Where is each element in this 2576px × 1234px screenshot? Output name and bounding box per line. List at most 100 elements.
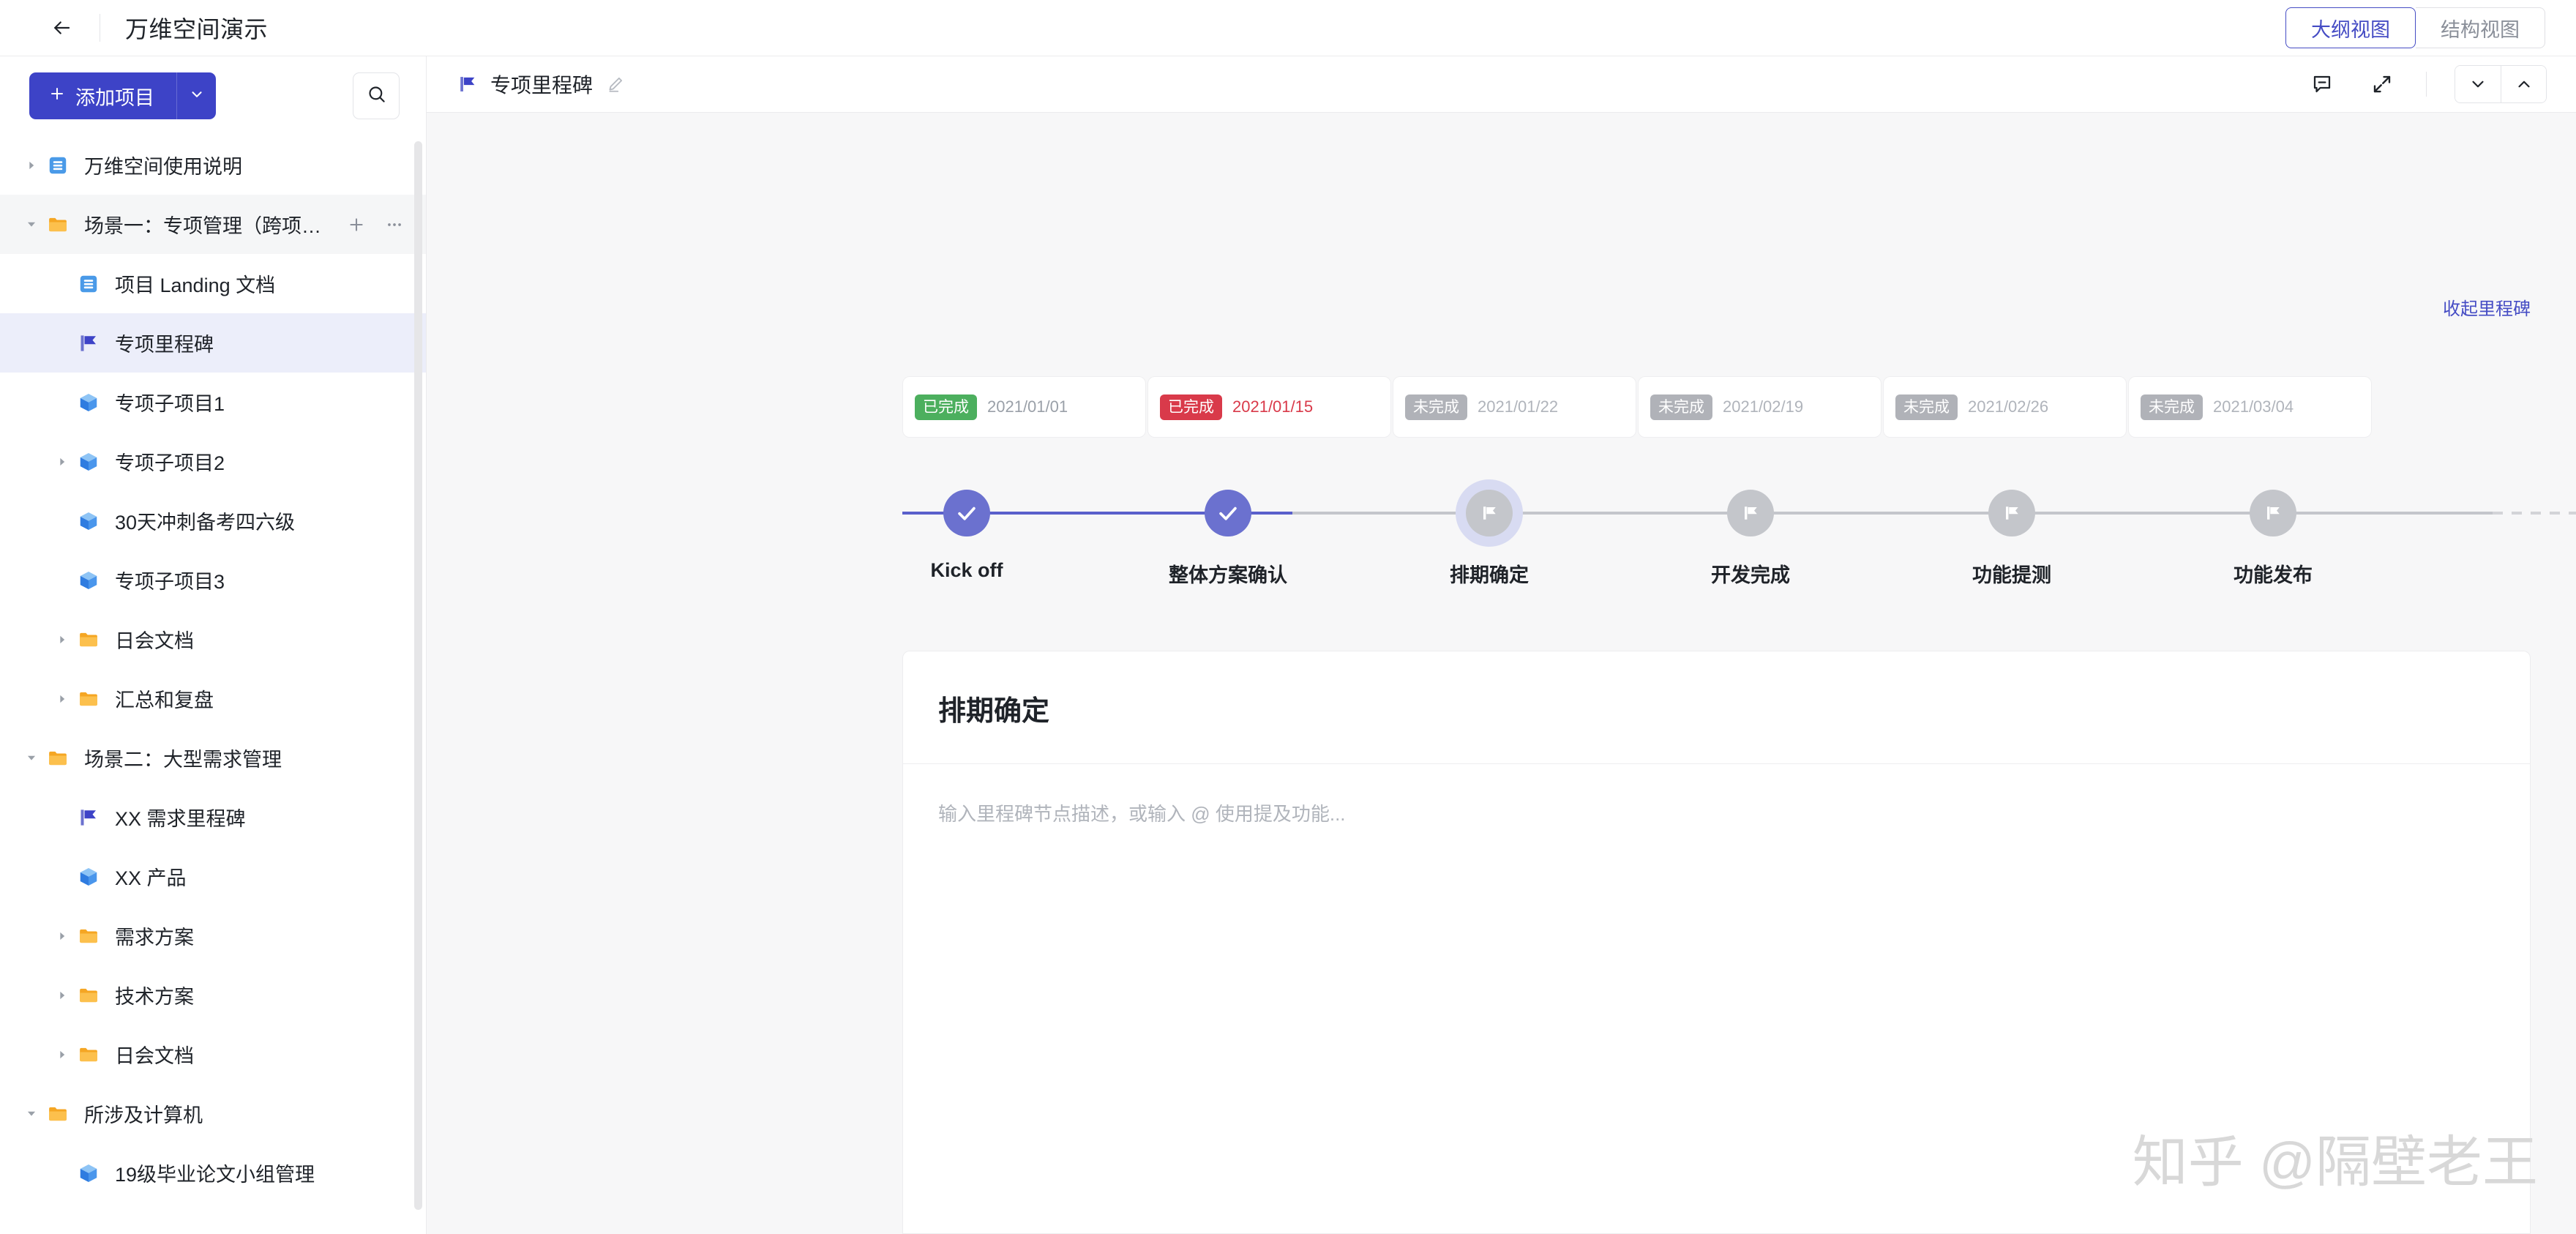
- milestone-status-card[interactable]: 未完成 2021/01/22: [1393, 376, 1636, 438]
- tree-twisty-expanded-icon[interactable]: [19, 1102, 44, 1126]
- milestone-label: 排期确定: [1450, 564, 1529, 586]
- milestone-node[interactable]: [2250, 490, 2296, 536]
- cube-icon: [75, 1159, 102, 1187]
- milestone-label: 整体方案确认: [1169, 564, 1287, 586]
- milestone-label: 功能发布: [2234, 564, 2313, 586]
- flag-icon: [75, 329, 102, 357]
- milestone-node[interactable]: [1988, 490, 2035, 536]
- more-icon[interactable]: [382, 212, 407, 237]
- milestone-status-card[interactable]: 未完成 2021/02/26: [1883, 376, 2127, 438]
- flag-icon: [457, 74, 478, 94]
- milestone-node[interactable]: [1466, 490, 1513, 536]
- detail-description-input[interactable]: 输入里程碑节点描述，或输入 @ 使用提及功能...: [903, 764, 2530, 826]
- milestone-label: 功能提测: [1972, 564, 2051, 586]
- sidebar-item-actions: [344, 212, 407, 237]
- tree-twisty-placeholder: [50, 805, 75, 830]
- sidebar-item-label: 所涉及计算机: [84, 1104, 203, 1126]
- search-button[interactable]: [353, 72, 400, 119]
- milestone-header-actions: [2306, 65, 2547, 103]
- sidebar-item[interactable]: 专项里程碑: [0, 313, 426, 373]
- doc-icon: [44, 152, 72, 179]
- sidebar-scrollbar[interactable]: [414, 141, 422, 1210]
- sidebar-item[interactable]: 场景二：大型需求管理: [0, 728, 426, 788]
- tree-twisty-placeholder: [50, 568, 75, 593]
- milestone-status-card[interactable]: 已完成 2021/01/01: [902, 376, 1146, 438]
- milestone-header: 专项里程碑: [427, 56, 2576, 113]
- tree-twisty-collapsed-icon[interactable]: [50, 924, 75, 949]
- sidebar-item-label: 19级毕业论文小组管理: [115, 1164, 315, 1186]
- sidebar-item[interactable]: 场景一：专项管理（跨项目）: [0, 195, 426, 254]
- tree-twisty-placeholder: [50, 509, 75, 534]
- plus-icon[interactable]: [344, 212, 369, 237]
- sidebar-item[interactable]: 30天冲刺备考四六级: [0, 491, 426, 550]
- next-milestone-button[interactable]: [2455, 66, 2501, 102]
- sidebar-item[interactable]: XX 需求里程碑: [0, 788, 426, 847]
- sidebar-item[interactable]: XX 产品: [0, 847, 426, 906]
- sidebar-item[interactable]: 日会文档: [0, 610, 426, 669]
- tree-twisty-collapsed-icon[interactable]: [50, 1042, 75, 1067]
- pencil-icon[interactable]: [606, 75, 625, 94]
- sidebar-item-label: 专项子项目3: [115, 571, 225, 593]
- sidebar-item-label: XX 产品: [115, 867, 187, 889]
- cube-icon: [75, 863, 102, 891]
- add-project-button[interactable]: 添加项目: [29, 72, 176, 119]
- sidebar-item-label: 项目 Landing 文档: [115, 274, 276, 296]
- sidebar-item[interactable]: 19级毕业论文小组管理: [0, 1143, 426, 1203]
- tree-twisty-placeholder: [50, 390, 75, 415]
- cube-icon: [75, 507, 102, 535]
- sidebar-item[interactable]: 需求方案: [0, 906, 426, 965]
- collapse-milestones-link[interactable]: 收起里程碑: [2443, 294, 2531, 320]
- expand-icon[interactable]: [2366, 68, 2398, 100]
- milestone-status-cards: 已完成 2021/01/01 已完成 2021/01/15 未完成 2021/01/22 未…: [902, 376, 2373, 438]
- sidebar-item[interactable]: 日会文档: [0, 1025, 426, 1084]
- cube-icon: [75, 448, 102, 476]
- doc-icon: [75, 270, 102, 298]
- sidebar-item[interactable]: 汇总和复盘: [0, 669, 426, 728]
- tree-twisty-collapsed-icon[interactable]: [50, 687, 75, 711]
- milestone-node[interactable]: [1205, 490, 1251, 536]
- tree-twisty-expanded-icon[interactable]: [19, 746, 44, 771]
- sidebar-item[interactable]: 项目 Landing 文档: [0, 254, 426, 313]
- folder-icon: [75, 922, 102, 950]
- tree-twisty-expanded-icon[interactable]: [19, 212, 44, 237]
- sidebar-toolbar: 添加项目: [0, 56, 426, 135]
- add-project-dropdown[interactable]: [176, 72, 216, 119]
- sidebar-item[interactable]: 技术方案: [0, 965, 426, 1025]
- folder-icon: [75, 981, 102, 1009]
- sidebar-item-label: 万维空间使用说明: [84, 156, 242, 178]
- milestone-nav-group: [2455, 65, 2547, 103]
- sidebar-item[interactable]: 专项子项目2: [0, 432, 426, 491]
- folder-icon: [75, 626, 102, 654]
- sidebar-item[interactable]: 万维空间使用说明: [0, 135, 426, 195]
- tree-twisty-collapsed-icon[interactable]: [50, 449, 75, 474]
- milestone-timeline: 已完成 2021/01/01 已完成 2021/01/15 未完成 2021/01/22 未…: [902, 376, 2576, 596]
- header-divider: [2426, 72, 2427, 97]
- milestone-status-card[interactable]: 已完成 2021/01/15: [1147, 376, 1391, 438]
- milestone-status-card[interactable]: 未完成 2021/02/19: [1638, 376, 1882, 438]
- milestone-date: 2021/02/19: [1723, 397, 1804, 416]
- sidebar-item-label: 场景二：大型需求管理: [84, 749, 282, 771]
- milestone-date: 2021/01/15: [1232, 397, 1314, 416]
- back-button[interactable]: [42, 9, 80, 47]
- flag-icon: [75, 804, 102, 831]
- tab-structure-view[interactable]: 结构视图: [2416, 7, 2545, 48]
- sidebar-item[interactable]: 专项子项目3: [0, 550, 426, 610]
- prev-milestone-button[interactable]: [2501, 66, 2546, 102]
- sidebar-item-label: 30天冲刺备考四六级: [115, 512, 296, 534]
- status-badge: 已完成: [1160, 394, 1222, 420]
- tab-outline-view[interactable]: 大纲视图: [2285, 7, 2416, 48]
- sidebar-item[interactable]: 所涉及计算机: [0, 1084, 426, 1143]
- folder-icon: [75, 1041, 102, 1069]
- tree-twisty-collapsed-icon[interactable]: [19, 153, 44, 178]
- milestone-node[interactable]: [1727, 490, 1774, 536]
- milestone-date: 2021/02/26: [1968, 397, 2049, 416]
- tree-twisty-collapsed-icon[interactable]: [50, 627, 75, 652]
- milestone-canvas: 收起里程碑 已完成 2021/01/01 已完成 2021/01/15 未完成 2021/…: [427, 113, 2576, 1234]
- tree-twisty-collapsed-icon[interactable]: [50, 983, 75, 1008]
- milestone-node[interactable]: [943, 490, 990, 536]
- sidebar-item[interactable]: 专项子项目1: [0, 373, 426, 432]
- milestone-status-card[interactable]: 未完成 2021/03/04: [2128, 376, 2372, 438]
- page-title: 万维空间演示: [125, 16, 269, 42]
- milestone-date: 2021/01/22: [1478, 397, 1559, 416]
- comment-minus-icon[interactable]: [2306, 68, 2338, 100]
